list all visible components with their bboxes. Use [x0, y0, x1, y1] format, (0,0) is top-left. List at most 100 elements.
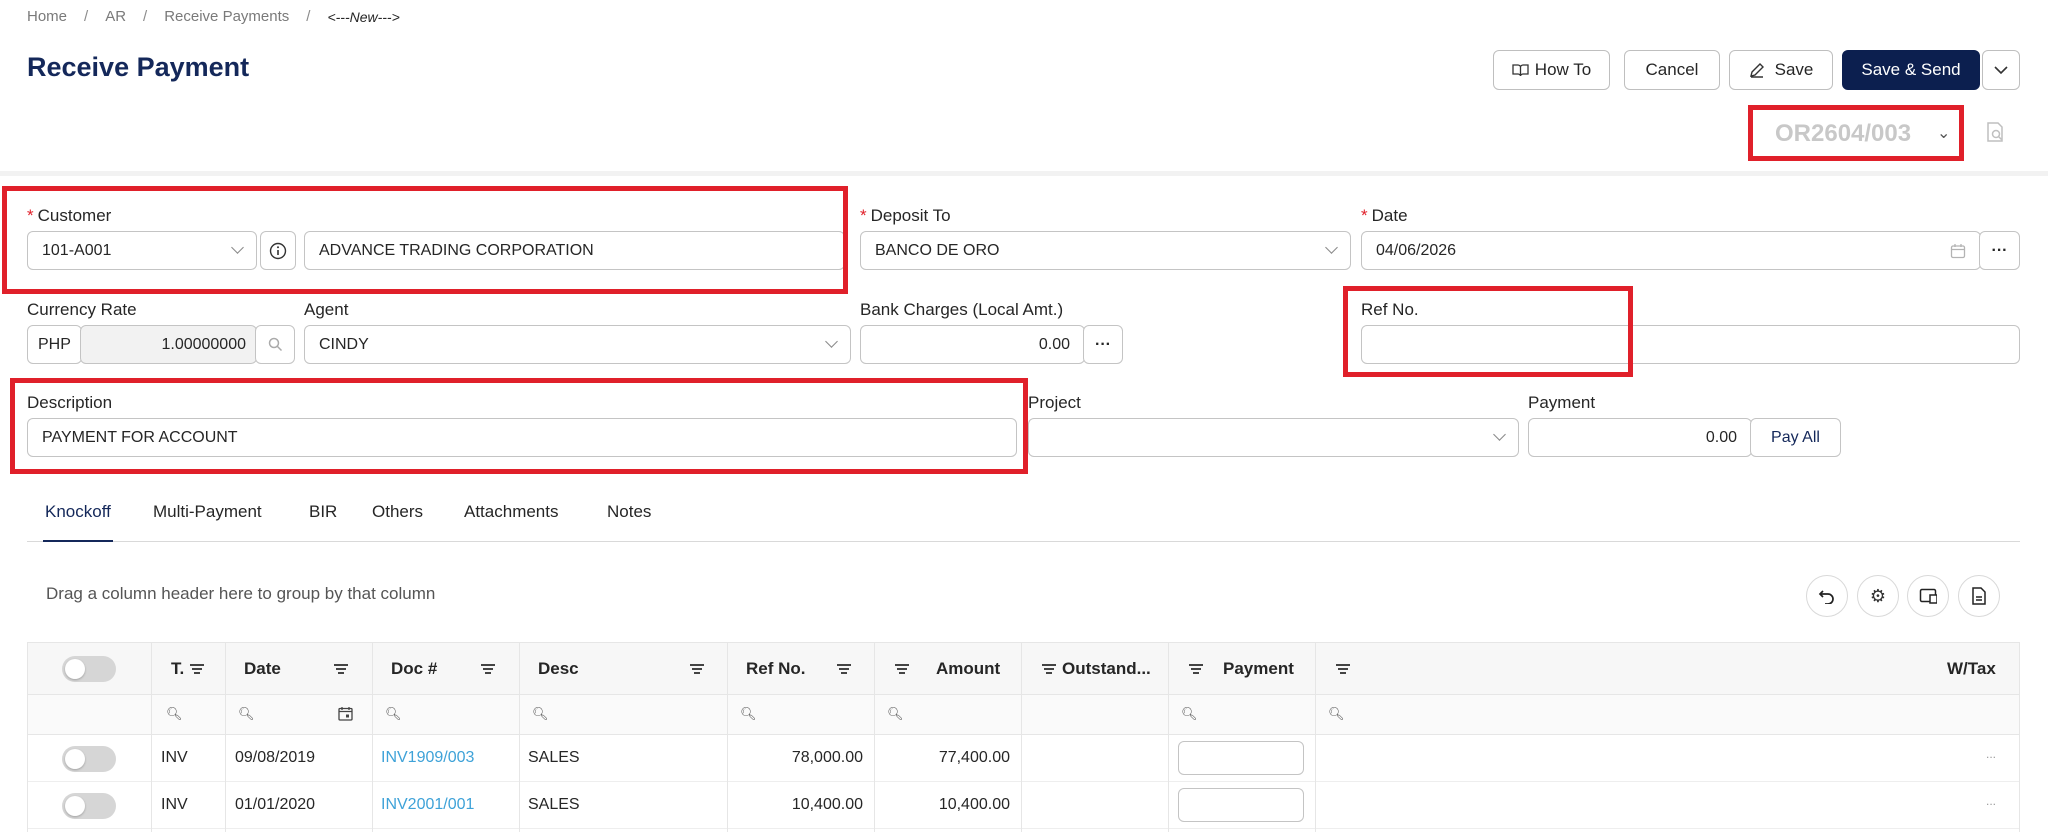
- grid-filter-row: [28, 695, 2019, 735]
- cancel-button[interactable]: Cancel: [1624, 50, 1720, 90]
- cell-outstanding: 77,400.00: [938, 749, 1010, 766]
- calendar-icon[interactable]: [338, 706, 353, 721]
- select-all-toggle[interactable]: [62, 656, 116, 682]
- save-label: Save: [1774, 60, 1814, 79]
- column-header-desc[interactable]: Desc: [538, 659, 579, 679]
- undo-button[interactable]: [1806, 575, 1848, 617]
- filter-icon[interactable]: [190, 664, 204, 674]
- cell-doc-link[interactable]: INV2001/001: [381, 796, 474, 814]
- cell-type: INV: [161, 796, 188, 813]
- column-header-payment[interactable]: Payment: [1223, 659, 1294, 679]
- column-header-outstanding[interactable]: Outstand...: [1062, 659, 1151, 679]
- search-icon[interactable]: 🔍︎: [1328, 706, 1345, 722]
- date-field[interactable]: 04/06/2026: [1361, 231, 1981, 270]
- cell-desc: SALES: [528, 796, 580, 813]
- currency-rate-field[interactable]: 1.00000000: [80, 325, 257, 364]
- pay-all-button[interactable]: Pay All: [1750, 418, 1841, 457]
- document-number-selector[interactable]: OR2604/003 ⌄: [1748, 105, 1964, 161]
- cancel-label: Cancel: [1645, 60, 1699, 79]
- search-icon[interactable]: 🔍︎: [238, 706, 255, 722]
- row-select-toggle[interactable]: [62, 793, 116, 819]
- how-to-label: How To: [1534, 60, 1592, 79]
- cell-type: INV: [161, 749, 188, 766]
- cell-wtax: ...: [1986, 747, 1997, 761]
- agent-label: Agent: [304, 300, 349, 319]
- column-header-amount[interactable]: Amount: [936, 659, 1000, 679]
- tab-others[interactable]: Others: [372, 502, 423, 522]
- column-chooser-button[interactable]: [1907, 575, 1949, 617]
- payment-value: 0.00: [1705, 428, 1737, 446]
- chevron-down-icon: [231, 241, 244, 254]
- pencil-icon: [1749, 63, 1764, 78]
- column-header-doc-number[interactable]: Doc #: [391, 659, 437, 679]
- settings-button[interactable]: ⚙: [1857, 575, 1899, 617]
- search-icon[interactable]: 🔍︎: [887, 706, 904, 722]
- save-button[interactable]: Save: [1729, 50, 1833, 90]
- ellipsis-icon: ···: [1991, 241, 2008, 259]
- row-select-toggle[interactable]: [62, 746, 116, 772]
- filter-icon[interactable]: [690, 664, 704, 674]
- header-divider: [0, 171, 2048, 176]
- cell-doc-link[interactable]: INV1909/003: [381, 749, 474, 767]
- tab-bir[interactable]: BIR: [309, 502, 337, 522]
- save-and-send-button[interactable]: Save & Send: [1842, 50, 1980, 90]
- agent-select[interactable]: CINDY: [304, 325, 851, 364]
- tab-notes[interactable]: Notes: [607, 502, 651, 522]
- chevron-down-icon: [1493, 428, 1506, 441]
- tab-multi-payment[interactable]: Multi-Payment: [153, 502, 262, 522]
- book-icon: [1512, 64, 1529, 77]
- currency-search-button[interactable]: [255, 325, 295, 364]
- filter-icon[interactable]: [481, 664, 495, 674]
- date-value: 04/06/2026: [1376, 241, 1457, 259]
- table-row[interactable]: [28, 782, 2019, 829]
- customer-code-select[interactable]: 101-A001: [27, 231, 257, 270]
- deposit-to-select[interactable]: BANCO DE ORO: [860, 231, 1351, 270]
- filter-icon[interactable]: [1042, 664, 1056, 674]
- tab-attachments[interactable]: Attachments: [464, 502, 559, 522]
- search-icon[interactable]: 🔍︎: [532, 706, 549, 722]
- bank-charges-more-button[interactable]: ···: [1083, 325, 1123, 364]
- payment-input[interactable]: [1178, 788, 1304, 822]
- bank-charges-field[interactable]: 0.00: [860, 325, 1085, 364]
- column-header-ref-no[interactable]: Ref No.: [746, 659, 806, 679]
- customer-info-button[interactable]: [260, 231, 296, 270]
- export-button[interactable]: [1958, 575, 2000, 617]
- document-preview-icon[interactable]: [1984, 121, 2006, 143]
- breadcrumb-receive-payments[interactable]: Receive Payments: [164, 8, 289, 25]
- tab-knockoff[interactable]: Knockoff: [43, 502, 113, 542]
- filter-icon[interactable]: [895, 664, 909, 674]
- filter-icon[interactable]: [837, 664, 851, 674]
- ref-no-field[interactable]: [1361, 325, 2020, 364]
- search-icon[interactable]: 🔍︎: [1181, 706, 1198, 722]
- filter-icon[interactable]: [334, 664, 348, 674]
- project-select[interactable]: [1028, 418, 1519, 457]
- cell-outstanding: 10,400.00: [938, 796, 1010, 813]
- column-header-wtax[interactable]: W/Tax: [1947, 659, 1996, 679]
- calendar-icon[interactable]: [1950, 243, 1966, 259]
- date-more-button[interactable]: ···: [1979, 231, 2020, 270]
- how-to-button[interactable]: How To: [1493, 50, 1610, 90]
- bank-charges-label: Bank Charges (Local Amt.): [860, 300, 1064, 319]
- breadcrumb-separator: /: [306, 8, 311, 25]
- cell-date: 01/01/2020: [235, 796, 316, 813]
- filter-icon[interactable]: [1336, 664, 1350, 674]
- column-header-date[interactable]: Date: [244, 659, 281, 679]
- date-label: * Date: [1361, 206, 1408, 225]
- table-row[interactable]: [28, 735, 2019, 782]
- payment-field[interactable]: 0.00: [1528, 418, 1752, 457]
- undo-icon: [1818, 590, 1834, 604]
- description-field[interactable]: PAYMENT FOR ACCOUNT: [27, 418, 1017, 457]
- currency-code-value: PHP: [38, 335, 71, 353]
- column-header-type[interactable]: T.: [171, 659, 184, 679]
- breadcrumb-home[interactable]: Home: [27, 8, 67, 25]
- payment-input[interactable]: [1178, 741, 1304, 775]
- more-actions-button[interactable]: [1982, 50, 2020, 90]
- search-icon[interactable]: 🔍︎: [740, 706, 757, 722]
- customer-name-field[interactable]: ADVANCE TRADING CORPORATION: [304, 231, 845, 270]
- filter-icon[interactable]: [1189, 664, 1203, 674]
- customer-label: * Customer: [27, 206, 112, 225]
- search-icon[interactable]: 🔍︎: [385, 706, 402, 722]
- search-icon[interactable]: 🔍︎: [166, 706, 183, 722]
- breadcrumb-ar[interactable]: AR: [105, 8, 126, 25]
- deposit-to-label: * Deposit To: [860, 206, 951, 225]
